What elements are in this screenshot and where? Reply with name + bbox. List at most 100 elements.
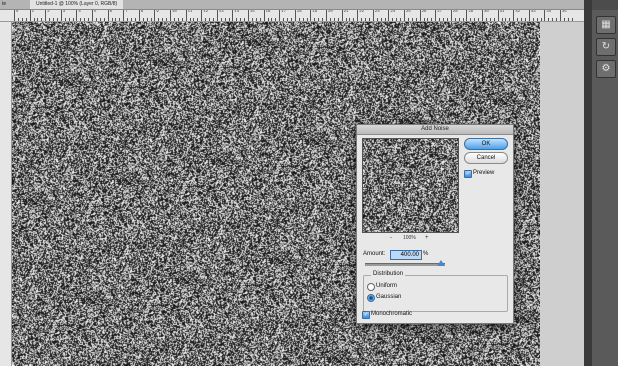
ruler-minor-tick — [552, 18, 554, 21]
tools-icon[interactable]: ⚙ — [596, 60, 616, 78]
ruler-tick — [497, 10, 499, 21]
ruler-minor-tick — [365, 18, 366, 21]
ruler-minor-tick — [306, 18, 308, 21]
ruler-minor-tick — [353, 18, 355, 21]
ruler-tick — [138, 10, 140, 21]
ruler-minor-tick — [314, 18, 316, 21]
ruler-minor-tick — [509, 18, 511, 21]
ruler-tick — [450, 10, 452, 21]
ruler-minor-tick — [290, 18, 292, 21]
monochromatic-checkbox[interactable]: ✓ — [362, 311, 370, 319]
ruler-minor-tick — [68, 18, 70, 21]
ruler-minor-tick — [443, 18, 444, 21]
ruler-minor-tick — [275, 18, 277, 21]
ruler-minor-tick — [72, 18, 74, 21]
amount-slider-track[interactable] — [365, 263, 445, 266]
ruler-minor-tick — [521, 18, 522, 21]
amount-field[interactable]: 400.00 — [390, 250, 422, 260]
add-noise-dialog: Add Noise OK Cancel ✓ Preview - 100% + A… — [356, 124, 514, 324]
ruler-minor-tick — [177, 18, 179, 21]
zoom-level: 100% — [403, 235, 416, 241]
ruler-minor-tick — [162, 18, 164, 21]
ruler-minor-tick — [21, 18, 23, 21]
ok-button[interactable]: OK — [464, 138, 508, 150]
ruler-minor-tick — [255, 18, 257, 21]
panel-gutter — [584, 0, 592, 366]
ruler-minor-tick — [142, 18, 144, 21]
ruler-minor-tick — [548, 18, 550, 21]
ruler-minor-tick — [37, 18, 39, 21]
ruler-tick — [482, 10, 483, 21]
ruler-label: 17 — [281, 10, 286, 14]
ruler-tick — [76, 10, 78, 21]
ruler-tick — [326, 10, 327, 21]
preview-checkbox[interactable]: ✓ — [464, 170, 472, 178]
zoom-in-button[interactable]: + — [425, 235, 429, 241]
ruler-label: 20 — [328, 10, 333, 14]
ruler-label: 16 — [265, 10, 271, 14]
ruler-tick — [435, 10, 437, 21]
document-tab-active[interactable]: Untitled-1 @ 100% (Layer 0, RGB/8) — [30, 0, 124, 9]
ruler-minor-tick — [228, 18, 230, 21]
ruler-minor-tick — [407, 18, 409, 21]
ruler-minor-tick — [251, 18, 253, 21]
gaussian-radio[interactable] — [367, 294, 375, 302]
ruler-minor-tick — [478, 18, 480, 21]
ruler-minor-tick — [540, 18, 542, 21]
ruler-minor-tick — [318, 18, 320, 21]
ruler-label: 15 — [250, 10, 255, 14]
ruler-tick — [123, 10, 125, 21]
document-tab-previous[interactable]: te — [2, 0, 28, 9]
ruler-minor-tick — [396, 18, 398, 21]
ruler-minor-tick — [131, 18, 132, 21]
ruler-minor-tick — [501, 18, 503, 21]
ruler-label: 19 — [312, 10, 318, 14]
ruler-minor-tick — [423, 18, 425, 21]
ruler-tick — [154, 10, 156, 21]
ruler-minor-tick — [134, 18, 136, 21]
ruler-label: 6 — [109, 10, 112, 14]
ruler-label: 7 — [125, 10, 128, 14]
ruler-label: 33 — [530, 10, 536, 14]
cancel-button[interactable]: Cancel — [464, 152, 508, 164]
preview-label: Preview — [473, 170, 495, 176]
ruler-label: 35 — [562, 10, 567, 14]
ruler-minor-tick — [470, 18, 472, 21]
ruler-minor-tick — [111, 18, 113, 21]
ruler-label: 13 — [218, 10, 224, 14]
ruler-minor-tick — [197, 18, 199, 21]
preview-window[interactable] — [362, 138, 459, 233]
amount-unit: % — [423, 251, 429, 257]
ruler-minor-tick — [283, 18, 285, 21]
history-icon[interactable]: ▦ — [596, 16, 616, 34]
ruler-minor-tick — [95, 18, 97, 21]
ruler-tick — [232, 10, 234, 21]
ruler-minor-tick — [400, 18, 402, 21]
ruler-minor-tick — [454, 18, 456, 21]
zoom-out-button[interactable]: - — [390, 235, 392, 241]
gaussian-label: Gaussian — [376, 294, 402, 300]
distribution-label: Distribution — [371, 271, 406, 277]
amount-slider-knob[interactable] — [437, 260, 445, 266]
ruler-minor-tick — [556, 18, 558, 21]
ruler-minor-tick — [368, 18, 370, 21]
ruler-label: 29 — [468, 10, 474, 14]
ruler-minor-tick — [127, 18, 129, 21]
ruler-minor-tick — [333, 18, 335, 21]
uniform-radio[interactable] — [367, 283, 375, 291]
ruler-minor-tick — [446, 18, 448, 21]
ruler-label: 10 — [172, 10, 177, 14]
ruler-minor-tick — [505, 18, 507, 21]
ruler-minor-tick — [536, 18, 538, 21]
ruler-tick — [29, 10, 31, 21]
ruler-minor-tick — [322, 18, 324, 21]
ruler-minor-tick — [115, 18, 117, 21]
preview-noise[interactable] — [363, 139, 458, 232]
ruler-minor-tick — [384, 18, 386, 21]
pasteboard — [540, 22, 584, 366]
ruler-label: 24 — [390, 10, 396, 14]
ruler-minor-tick — [99, 18, 101, 21]
ruler-minor-tick — [17, 18, 19, 21]
ruler-minor-tick — [411, 18, 413, 21]
actions-icon[interactable]: ↻ — [596, 38, 616, 56]
